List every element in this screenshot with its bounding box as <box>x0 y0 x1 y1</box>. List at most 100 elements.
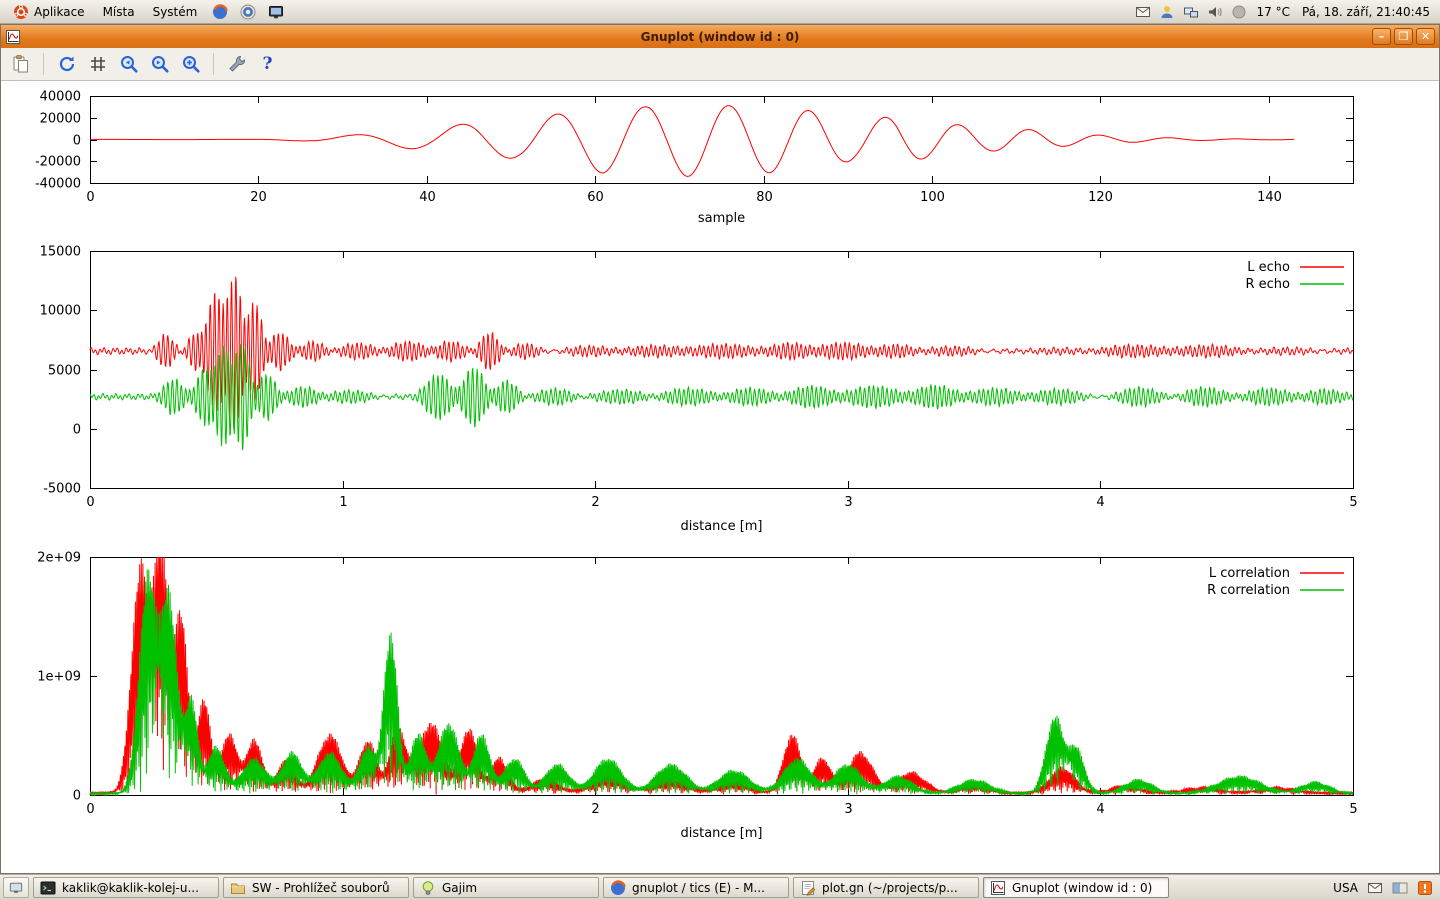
panel-menus: Aplikace Místa Systém <box>4 0 290 23</box>
minimize-button[interactable]: – <box>1372 28 1391 45</box>
x-tick-label: 120 <box>1088 190 1113 205</box>
help-button[interactable]: ? <box>254 51 281 77</box>
toolbar: ? <box>1 48 1439 81</box>
x-tick-label: 3 <box>844 802 852 817</box>
y-tick-label: -20000 <box>35 155 81 170</box>
task-button-gajim[interactable]: Gajim <box>413 877 599 898</box>
close-button[interactable]: ✕ <box>1416 28 1435 45</box>
y-tick-label: 15000 <box>40 245 81 260</box>
y-tick-label: 10000 <box>40 304 81 319</box>
task-button-firefox[interactable]: gnuplot / tics (E) - M... <box>603 877 789 898</box>
gnuplot-icon <box>990 880 1006 896</box>
series-l-echo <box>90 277 1353 429</box>
gnome-top-panel: Aplikace Místa Systém <box>0 0 1440 24</box>
chart-signal: 020406080100120140-40000-200000200004000… <box>35 90 1354 227</box>
series-r-correlation <box>90 569 1353 795</box>
panel-tray: 17 °C Pá, 18. září, 21:40:45 <box>1135 4 1437 20</box>
help-launcher-icon[interactable] <box>240 4 256 20</box>
mail-notification-icon[interactable] <box>1135 4 1151 20</box>
x-tick-label: 4 <box>1096 802 1104 817</box>
update-notifier-icon[interactable] <box>1417 880 1433 896</box>
x-tick-label: 2 <box>591 495 599 510</box>
toolbar-separator <box>213 53 214 75</box>
plots-svg: 020406080100120140-40000-200000200004000… <box>1 81 1439 873</box>
chart-correlation: 01234501e+092e+09distance [m]L correlati… <box>37 551 1357 842</box>
text-editor-icon <box>800 880 816 896</box>
y-tick-label: 1e+09 <box>37 670 81 685</box>
clock[interactable]: Pá, 18. září, 21:40:45 <box>1300 5 1432 19</box>
x-tick-label: 1 <box>339 802 347 817</box>
x-tick-label: 4 <box>1096 495 1104 510</box>
legend-label: R correlation <box>1207 583 1290 598</box>
task-button-gnuplot[interactable]: Gnuplot (window id : 0) <box>983 877 1169 898</box>
y-tick-label: 0 <box>73 134 81 149</box>
y-tick-label: 0 <box>73 423 81 438</box>
temperature-indicator[interactable]: 17 °C <box>1255 5 1292 19</box>
task-label: kaklik@kaklik-kolej-u... <box>62 881 199 895</box>
task-button-editor[interactable]: plot.gn (~/projects/p... <box>793 877 979 898</box>
y-tick-label: 0 <box>73 789 81 804</box>
x-tick-label: 40 <box>419 190 436 205</box>
firefox-icon <box>610 880 626 896</box>
menu-places-label: Místa <box>103 5 135 19</box>
x-tick-label: 60 <box>587 190 604 205</box>
screenshot-launcher-icon[interactable] <box>268 4 284 20</box>
x-tick-label: 0 <box>86 495 94 510</box>
copy-to-clipboard-button[interactable] <box>7 51 34 77</box>
workspace-switcher[interactable] <box>1392 880 1408 896</box>
configure-button[interactable] <box>223 51 250 77</box>
x-tick-label: 80 <box>756 190 773 205</box>
x-axis-label: distance [m] <box>680 826 762 841</box>
x-axis-label: sample <box>698 211 745 226</box>
chart-echoes: 012345-5000050001000015000distance [m]L … <box>40 245 1358 535</box>
x-axis-label: distance [m] <box>680 519 762 534</box>
network-icon[interactable] <box>1183 4 1199 20</box>
task-label: plot.gn (~/projects/p... <box>822 881 958 895</box>
menu-applications[interactable]: Aplikace <box>4 0 94 23</box>
x-tick-label: 5 <box>1349 495 1357 510</box>
y-tick-label: -5000 <box>43 482 81 497</box>
gnuplot-window: Gnuplot (window id : 0) – ❐ ✕ <box>0 24 1440 874</box>
toolbar-separator <box>43 53 44 75</box>
menu-places[interactable]: Místa <box>94 0 144 23</box>
distributor-logo-icon <box>13 4 29 20</box>
legend-label: R echo <box>1245 277 1290 292</box>
task-button-file-manager[interactable]: SW - Prohlížeč souborů <box>223 877 409 898</box>
maximize-button[interactable]: ❐ <box>1394 28 1413 45</box>
x-tick-label: 1 <box>339 495 347 510</box>
weather-icon <box>1231 4 1247 20</box>
titlebar[interactable]: Gnuplot (window id : 0) – ❐ ✕ <box>1 25 1439 48</box>
show-desktop-button[interactable] <box>3 877 29 898</box>
volume-icon[interactable] <box>1207 4 1223 20</box>
x-tick-label: 3 <box>844 495 852 510</box>
menu-system-label: Systém <box>153 5 198 19</box>
y-tick-label: 40000 <box>40 90 81 105</box>
zoom-next-button[interactable] <box>146 51 173 77</box>
task-label: SW - Prohlížeč souborů <box>252 881 390 895</box>
keyboard-layout-indicator[interactable]: USA <box>1333 881 1358 895</box>
zoom-previous-button[interactable] <box>115 51 142 77</box>
x-tick-label: 0 <box>86 190 94 205</box>
x-tick-label: 100 <box>920 190 945 205</box>
taskbar: kaklik@kaklik-kolej-u... SW - Prohlížeč … <box>0 874 1440 900</box>
x-tick-label: 2 <box>591 802 599 817</box>
x-tick-label: 20 <box>250 190 267 205</box>
taskbar-tray: USA <box>1333 880 1437 896</box>
user-switcher-icon[interactable] <box>1159 4 1175 20</box>
firefox-launcher-icon[interactable] <box>212 4 228 20</box>
menu-system[interactable]: Systém <box>144 0 207 23</box>
gnuplot-window-icon <box>5 29 21 45</box>
gajim-icon <box>420 880 436 896</box>
plot-canvas: 020406080100120140-40000-200000200004000… <box>1 81 1439 873</box>
x-tick-label: 0 <box>86 802 94 817</box>
task-button-terminal[interactable]: kaklik@kaklik-kolej-u... <box>33 877 219 898</box>
y-tick-label: 2e+09 <box>37 551 81 566</box>
replot-button[interactable] <box>53 51 80 77</box>
series-signal <box>90 106 1294 177</box>
tray-mail-icon[interactable] <box>1367 880 1383 896</box>
y-tick-label: 20000 <box>40 112 81 127</box>
autoscale-button[interactable] <box>177 51 204 77</box>
task-label: Gajim <box>442 881 477 895</box>
y-tick-label: 5000 <box>48 364 81 379</box>
toggle-grid-button[interactable] <box>84 51 111 77</box>
